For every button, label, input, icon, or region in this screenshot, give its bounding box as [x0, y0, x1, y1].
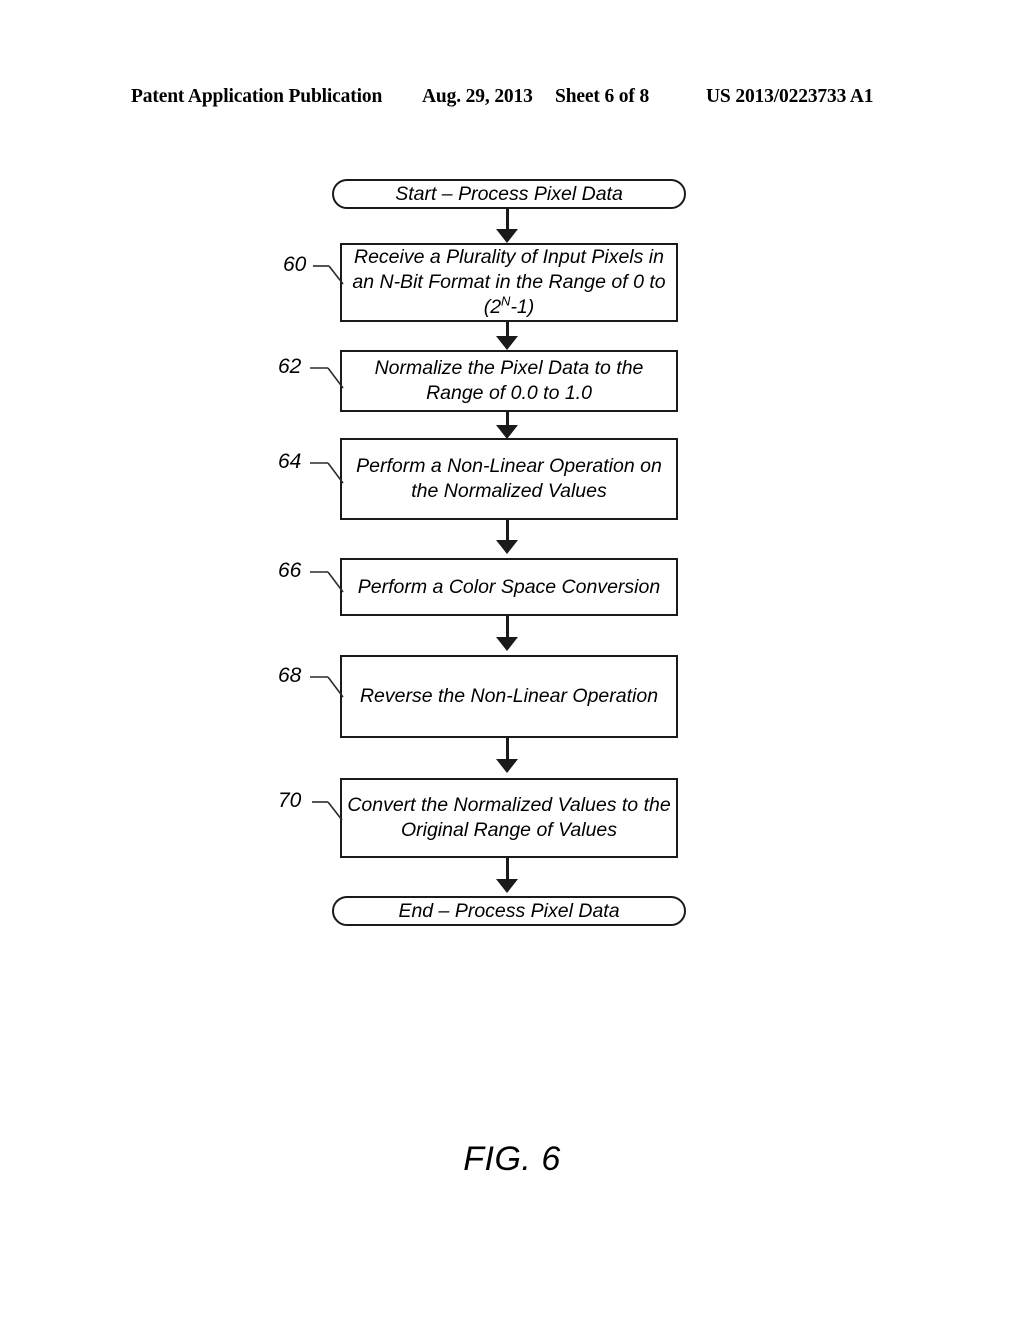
leader-line-62	[310, 367, 344, 389]
flow-arrowhead-68-to-70	[496, 759, 518, 773]
flow-node-step-64: Perform a Non-Linear Operation on the No…	[340, 438, 678, 520]
flow-node-step-60-line3-post: -1)	[510, 296, 535, 318]
flow-arrowhead-60-to-62	[496, 336, 518, 350]
flow-node-step-60-line3-pre: (2	[483, 296, 502, 318]
reference-numeral-60: 60	[283, 253, 307, 276]
flow-node-step-62: Normalize the Pixel Data to the Range of…	[340, 350, 678, 412]
flow-node-step-60: Receive a Plurality of Input Pixels in a…	[340, 243, 678, 322]
flow-node-step-60-line2: an N-Bit Format in the Range of 0 to	[352, 271, 666, 293]
flow-node-step-68-label: Reverse the Non-Linear Operation	[359, 685, 659, 707]
figure-caption: FIG. 6	[463, 1140, 561, 1178]
leader-line-60	[313, 265, 344, 285]
reference-numeral-62: 62	[278, 355, 302, 378]
flow-node-step-70: Convert the Normalized Values to the Ori…	[340, 778, 678, 858]
flow-node-step-68: Reverse the Non-Linear Operation	[340, 655, 678, 738]
flow-node-step-62-label: Normalize the Pixel Data to the Range of…	[374, 357, 644, 404]
flow-node-step-60-line1: Receive a Plurality of Input Pixels in	[354, 246, 664, 268]
flow-node-step-66-label: Perform a Color Space Conversion	[357, 575, 661, 598]
flow-arrowhead-62-to-64	[496, 425, 518, 439]
reference-numeral-64: 64	[278, 450, 302, 473]
leader-line-64	[310, 462, 344, 484]
flowchart-diagram: Start – Process Pixel Data Receive a Plu…	[0, 0, 1024, 1320]
flow-node-step-66: Perform a Color Space Conversion	[340, 558, 678, 616]
reference-numeral-70: 70	[278, 789, 302, 812]
leader-line-66	[310, 571, 344, 593]
flow-node-start: Start – Process Pixel Data	[332, 179, 686, 209]
flow-node-step-70-label: Convert the Normalized Values to the Ori…	[347, 794, 671, 841]
flow-arrowhead-start-to-60	[496, 229, 518, 243]
flow-node-start-label: Start – Process Pixel Data	[395, 182, 623, 205]
flow-node-step-60-label: Receive a Plurality of Input Pixels in a…	[342, 245, 676, 320]
flow-node-step-64-label: Perform a Non-Linear Operation on the No…	[356, 455, 662, 502]
leader-line-70	[312, 801, 343, 821]
flow-arrowhead-66-to-68	[496, 637, 518, 651]
flow-arrowhead-64-to-66	[496, 540, 518, 554]
flow-arrowhead-70-to-end	[496, 879, 518, 893]
reference-numeral-66: 66	[278, 559, 302, 582]
reference-numeral-68: 68	[278, 664, 302, 687]
flow-node-end-label: End – Process Pixel Data	[398, 899, 620, 922]
flow-node-end: End – Process Pixel Data	[332, 896, 686, 926]
leader-line-68	[310, 676, 344, 698]
